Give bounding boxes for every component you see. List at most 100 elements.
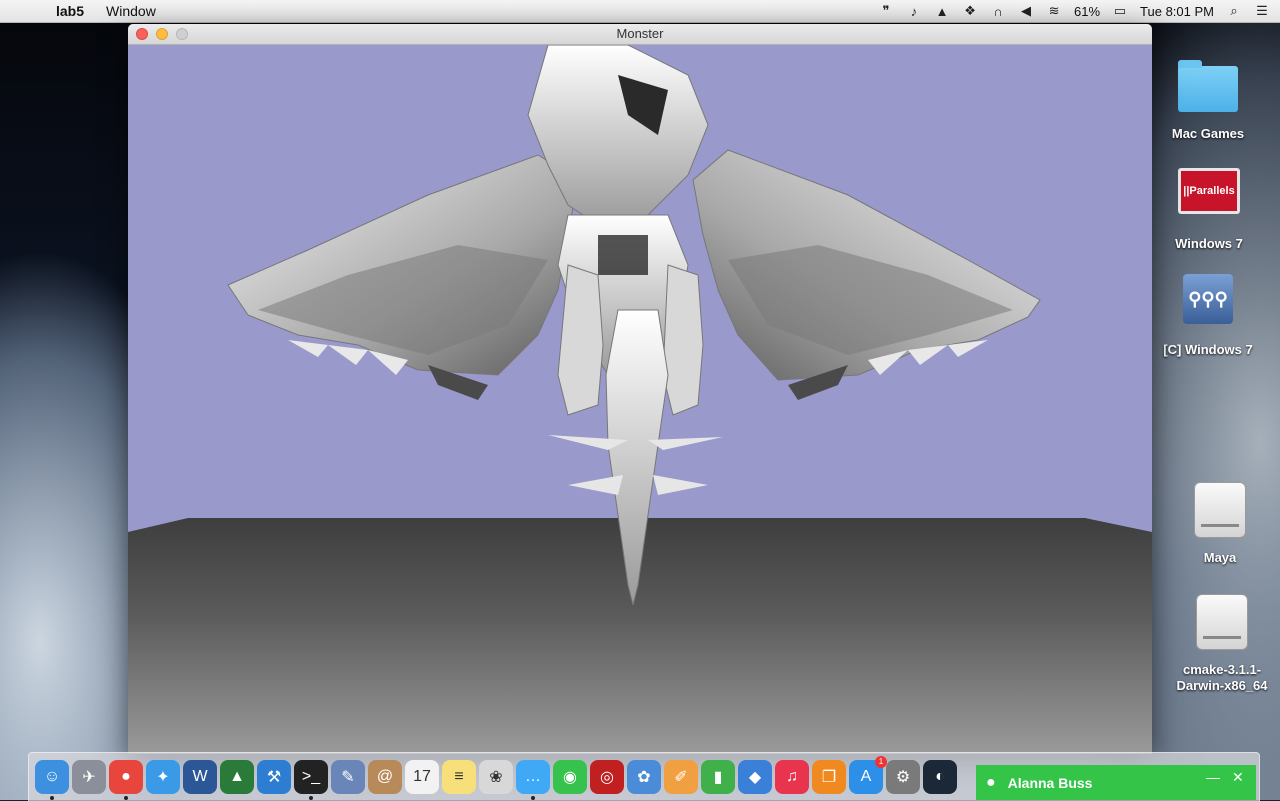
desktop-icon-c-windows-7[interactable]: ⚲⚲⚲ [C] Windows 7	[1156, 274, 1260, 357]
notes-icon[interactable]: ≡	[442, 760, 476, 794]
folder-icon	[1178, 60, 1238, 112]
dock-item-glyph: ♫	[786, 768, 798, 785]
desktop-icon-mac-games[interactable]: Mac Games	[1168, 60, 1248, 141]
dock-item-glyph: W	[192, 768, 208, 785]
chrome-icon[interactable]: ●	[109, 760, 143, 800]
close-notification-button[interactable]: ✕	[1232, 769, 1244, 786]
monster-window: Monster	[128, 24, 1152, 754]
desktop-icon-windows-7[interactable]: ||Parallels Windows 7	[1166, 168, 1252, 251]
running-indicator	[309, 796, 313, 800]
photo-booth-icon[interactable]: ◎	[590, 760, 624, 794]
dock-item-glyph: ✈	[82, 769, 96, 786]
headphones-icon[interactable]: ∩	[990, 3, 1006, 19]
hangouts-icon[interactable]: ❞	[878, 3, 894, 19]
safari-icon[interactable]: ✦	[146, 760, 180, 794]
notification-center-icon[interactable]: ☰	[1254, 3, 1270, 19]
keynote-icon[interactable]: ◆	[738, 760, 772, 794]
close-button[interactable]	[136, 28, 148, 40]
desktop-icon-cmake[interactable]: cmake-3.1.1-Darwin-x86_64	[1168, 594, 1276, 694]
hangouts-icon: ●	[986, 773, 996, 791]
minimize-button[interactable]	[156, 28, 168, 40]
numbers-icon[interactable]: ▮	[701, 760, 735, 794]
window-titlebar[interactable]: Monster	[128, 24, 1152, 45]
desktop-icon-label: cmake-3.1.1-Darwin-x86_64	[1176, 662, 1268, 693]
dock-item-glyph: ●	[121, 768, 131, 785]
dock-item-glyph: ⚙	[895, 769, 911, 786]
app-menu[interactable]: lab5	[56, 3, 84, 19]
dock-item-glyph: ☺	[43, 768, 61, 785]
iphoto-icon[interactable]: ✿	[627, 760, 661, 794]
menu-bar: lab5 Window ❞ ♪ ▲ ❖ ∩ ◀ ≋ 61% ▭ Tue 8:01…	[0, 0, 1280, 23]
dock-item-glyph: ◎	[600, 769, 614, 786]
terminal-icon[interactable]: >_	[294, 760, 328, 800]
dragon-tail	[605, 309, 669, 606]
dock-item-glyph: …	[525, 768, 541, 785]
dock-item-glyph: @	[376, 768, 394, 785]
dropbox-icon[interactable]: ❖	[962, 3, 978, 19]
dock-item-glyph: ❐	[821, 769, 837, 786]
dock-item-glyph: A	[860, 768, 872, 785]
disk-image-icon	[1196, 594, 1248, 650]
messages-icon[interactable]: …	[516, 760, 550, 800]
dock-item-glyph: ▲	[229, 768, 245, 785]
notification-sender: Alanna Buss	[1007, 774, 1093, 791]
parallels-vm-icon: ||Parallels	[1178, 168, 1240, 214]
desktop-icon-maya[interactable]: Maya	[1180, 482, 1260, 565]
3d-viewport[interactable]	[128, 45, 1152, 754]
photos-icon[interactable]: ❀	[479, 760, 513, 794]
dock-item-glyph: >_	[301, 768, 321, 785]
desktop-icon-label: Windows 7	[1175, 236, 1243, 251]
desktop-icon-label: Maya	[1203, 550, 1237, 565]
window-menu[interactable]: Window	[106, 3, 156, 19]
minimize-notification-button[interactable]: —	[1206, 769, 1220, 785]
volume-icon[interactable]: ◀	[1018, 3, 1034, 19]
network-drive-icon: ⚲⚲⚲	[1183, 274, 1233, 324]
dock-item-glyph: ◆	[748, 769, 762, 786]
pages-icon[interactable]: ✐	[664, 760, 698, 794]
desktop-icon-label: [C] Windows 7	[1163, 342, 1253, 357]
calendar-icon[interactable]: 17	[405, 760, 439, 794]
itunes-icon[interactable]: ♫	[775, 760, 809, 794]
desktop-icon-label: Mac Games	[1171, 126, 1245, 141]
dock-item-glyph: ✦	[156, 769, 170, 786]
running-indicator	[50, 796, 54, 800]
steam-icon[interactable]: ◐	[923, 760, 957, 794]
word-icon[interactable]: W	[183, 760, 217, 794]
dock-item-glyph: ✐	[674, 769, 688, 786]
cmake-gui-icon[interactable]: ▲	[220, 760, 254, 794]
wifi-icon[interactable]: ≋	[1046, 3, 1062, 19]
battery-icon[interactable]: ▭	[1112, 3, 1128, 19]
preview-icon[interactable]: ✎	[331, 760, 365, 794]
dock-item-glyph: ▮	[713, 769, 723, 786]
bell-icon[interactable]: ♪	[906, 3, 922, 19]
dock-item-glyph: ✎	[341, 769, 355, 786]
dock-item-glyph: ◐	[935, 768, 945, 785]
status-area: ❞ ♪ ▲ ❖ ∩ ◀ ≋ 61% ▭ Tue 8:01 PM ⌕ ☰	[878, 0, 1270, 22]
dock-item-glyph: ❀	[489, 769, 503, 786]
running-indicator	[124, 796, 128, 800]
disk-image-icon	[1194, 482, 1246, 538]
facetime-icon[interactable]: ◉	[553, 760, 587, 794]
contacts-icon[interactable]: @	[368, 760, 402, 794]
dock-item-glyph: ◉	[563, 769, 577, 786]
dock-item-glyph: ✿	[637, 769, 651, 786]
battery-percent[interactable]: 61%	[1074, 4, 1100, 19]
clock[interactable]: Tue 8:01 PM	[1140, 4, 1214, 19]
xcode-icon[interactable]: ⚒	[257, 760, 291, 794]
dock-item-glyph: ⚒	[266, 769, 282, 786]
ibooks-icon[interactable]: ❐	[812, 760, 846, 794]
dragon-model	[227, 45, 1041, 606]
right-arm	[662, 264, 704, 416]
system-preferences-icon[interactable]: ⚙	[886, 760, 920, 794]
dock-item-glyph: ≡	[454, 768, 464, 785]
left-arm	[557, 264, 604, 416]
zoom-button[interactable]	[176, 28, 188, 40]
spotlight-icon[interactable]: ⌕	[1226, 3, 1242, 19]
google-drive-icon[interactable]: ▲	[934, 3, 950, 19]
launchpad-icon[interactable]: ✈	[72, 760, 106, 794]
finder-icon[interactable]: ☺	[35, 760, 69, 800]
app-store-icon[interactable]: A1	[849, 756, 887, 794]
chat-notification[interactable]: ● Alanna Buss — ✕	[976, 765, 1256, 800]
dock-item-glyph: 17	[413, 768, 431, 785]
running-indicator	[531, 796, 535, 800]
